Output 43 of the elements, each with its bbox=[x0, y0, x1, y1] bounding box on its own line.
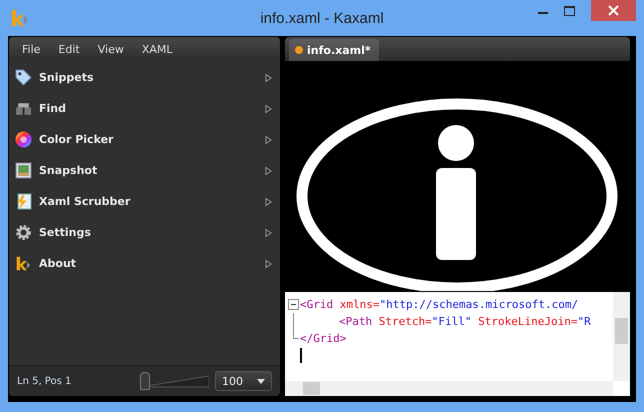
collapse-icon[interactable] bbox=[288, 299, 299, 310]
menu-item[interactable]: View bbox=[88, 42, 133, 56]
color-wheel-icon bbox=[15, 131, 32, 148]
expand-arrow-icon bbox=[265, 228, 272, 238]
document-lightning-icon bbox=[15, 193, 32, 210]
expand-arrow-icon bbox=[265, 104, 272, 114]
tool-item[interactable]: Color Picker bbox=[9, 124, 280, 155]
menu-item[interactable]: File bbox=[13, 42, 50, 56]
app-logo-icon bbox=[10, 9, 30, 27]
dropdown-icon bbox=[257, 378, 265, 384]
close-button[interactable] bbox=[591, 0, 636, 21]
document-tab[interactable]: info.xaml* bbox=[289, 39, 379, 61]
tool-item[interactable]: Snippets bbox=[9, 62, 280, 93]
code-line: <Path Stretch="Fill" StrokeLineJoin="R bbox=[338, 315, 591, 328]
tool-item[interactable]: Xaml Scrubber bbox=[9, 186, 280, 217]
tool-item[interactable]: Settings bbox=[9, 217, 280, 248]
tag-icon bbox=[15, 69, 32, 86]
expand-arrow-icon bbox=[265, 134, 272, 144]
code-line: </Grid> bbox=[300, 332, 346, 345]
cursor-position: Ln 5, Pos 1 bbox=[17, 376, 72, 386]
expand-arrow-icon bbox=[265, 72, 272, 82]
settings-icon bbox=[15, 224, 32, 241]
window-title: info.xaml - Kaxaml bbox=[260, 10, 384, 26]
vertical-scrollbar[interactable] bbox=[613, 292, 630, 381]
tool-item[interactable]: Snapshot bbox=[9, 155, 280, 186]
code-line: <Grid xmlns="http://schemas.microsoft.com/ bbox=[300, 298, 578, 311]
logo-icon bbox=[15, 255, 32, 272]
menu-item[interactable]: Edit bbox=[49, 42, 89, 56]
expand-arrow-icon bbox=[265, 166, 272, 176]
expand-arrow-icon bbox=[265, 196, 272, 206]
tool-item[interactable]: Find bbox=[9, 93, 280, 124]
expand-arrow-icon bbox=[265, 258, 272, 268]
binoculars-icon bbox=[15, 100, 32, 117]
tool-item[interactable]: About bbox=[9, 248, 280, 279]
maximize-icon bbox=[564, 6, 575, 16]
text-cursor bbox=[300, 348, 302, 363]
modified-dot-icon bbox=[295, 46, 303, 54]
zoom-dropdown[interactable]: 100 bbox=[215, 371, 272, 391]
menu-item[interactable]: XAML bbox=[132, 42, 182, 56]
horizontal-scrollbar[interactable] bbox=[285, 381, 613, 396]
picture-icon bbox=[15, 162, 32, 179]
fold-end bbox=[293, 330, 299, 339]
close-icon bbox=[608, 5, 619, 16]
